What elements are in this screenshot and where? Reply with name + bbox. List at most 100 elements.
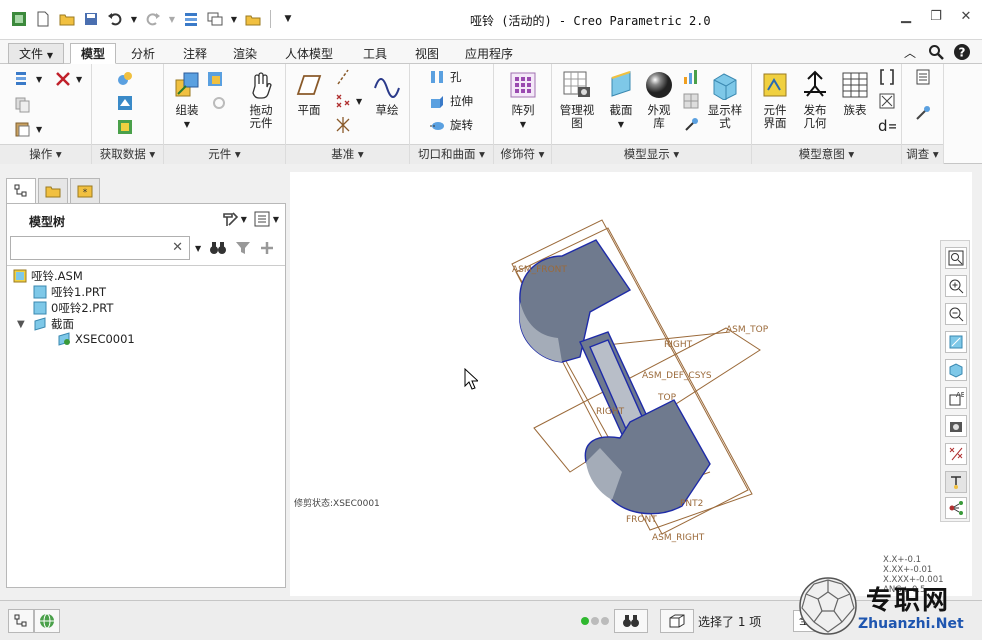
pattern-button[interactable]: 阵列 ▼	[500, 70, 546, 131]
tab-annotate[interactable]: 注释	[172, 43, 218, 64]
search-dropdown-icon[interactable]: ▼	[195, 244, 201, 253]
tab-tools[interactable]: 工具	[352, 43, 398, 64]
drag-components-button[interactable]: 拖动 元件	[238, 70, 284, 130]
selection-box-button[interactable]	[660, 609, 694, 633]
plus-icon[interactable]	[259, 240, 275, 256]
tab-applications[interactable]: 应用程序	[454, 43, 524, 64]
copy-button[interactable]	[14, 96, 32, 114]
graphics-viewport[interactable]: ASM_FRONT ASM_TOP RIGHT ASM_DEF_CSYS TOP…	[290, 172, 972, 596]
tab-file[interactable]: 文件 ▼	[8, 43, 64, 64]
customize-toolbar-icon[interactable]: ▼	[279, 10, 297, 28]
datum-axis-button[interactable]	[334, 68, 352, 86]
spin-center-button[interactable]	[945, 497, 967, 519]
repaint-button[interactable]	[945, 331, 967, 353]
tab-render[interactable]: 渲染	[222, 43, 268, 64]
datum-point-button[interactable]: ▼	[334, 92, 362, 110]
navigator-toggle-button[interactable]	[8, 609, 34, 633]
hole-button[interactable]: 孔	[428, 68, 462, 86]
new-file-icon[interactable]	[34, 10, 52, 28]
regenerate-icon[interactable]	[182, 10, 200, 28]
windows-icon[interactable]	[206, 10, 224, 28]
relations-button[interactable]: d=	[878, 116, 896, 134]
bill-of-materials-button[interactable]	[914, 68, 932, 86]
saved-orientations-toolbar-button[interactable]: AB	[945, 387, 967, 409]
clear-search-icon[interactable]: ✕	[172, 240, 183, 255]
restore-icon[interactable]: ❐	[928, 8, 944, 24]
zoom-in-button[interactable]	[945, 275, 967, 297]
tree-node-section-xsec[interactable]: XSEC0001	[57, 332, 135, 346]
open-folder-icon[interactable]	[58, 10, 76, 28]
group-label-operations[interactable]: 操作 ▾	[0, 144, 91, 164]
tree-node-assembly[interactable]: 哑铃.ASM	[13, 268, 83, 284]
close-icon[interactable]: ✕	[958, 8, 974, 24]
tree-node-part[interactable]: 哑铃1.PRT	[33, 284, 106, 300]
minimize-ribbon-icon[interactable]: ︿	[902, 44, 918, 60]
show-filters-button[interactable]: ▼	[253, 210, 279, 228]
model-tree-search-input[interactable]: ✕	[10, 236, 190, 260]
tree-node-part[interactable]: 0哑铃2.PRT	[33, 300, 113, 316]
delete-button[interactable]: ▼	[54, 70, 82, 88]
search-icon[interactable]	[928, 44, 944, 60]
folder-browser-tab[interactable]	[38, 178, 68, 204]
family-table-button[interactable]: 族表	[832, 70, 878, 117]
plane-button[interactable]: 平面	[286, 70, 332, 117]
windows-dropdown-icon[interactable]: ▼	[230, 10, 238, 28]
redo-icon[interactable]	[144, 10, 162, 28]
model-tree-tab[interactable]	[6, 178, 36, 204]
user-defined-feature-button[interactable]	[116, 70, 134, 88]
reference-viewer-button[interactable]	[914, 104, 932, 122]
group-label-component[interactable]: 元件 ▾	[164, 144, 285, 164]
undo-icon[interactable]	[106, 10, 124, 28]
group-label-model-intent[interactable]: 模型意图 ▾	[752, 144, 901, 164]
display-style-toolbar-button[interactable]	[945, 359, 967, 381]
tree-node-sections[interactable]: ▼ 截面	[17, 316, 74, 332]
saved-orientations-button[interactable]	[682, 92, 700, 110]
display-edit-button[interactable]	[682, 116, 700, 134]
switch-dimensions-button[interactable]	[878, 92, 896, 110]
expand-chevron-icon[interactable]: ▼	[17, 319, 29, 330]
zoom-out-button[interactable]	[945, 303, 967, 325]
model-graphics[interactable]: ASM_FRONT ASM_TOP RIGHT ASM_DEF_CSYS TOP…	[290, 172, 972, 596]
help-icon[interactable]: ?	[954, 44, 970, 60]
view-manager-toolbar-button[interactable]	[945, 415, 967, 437]
refit-button[interactable]	[945, 247, 967, 269]
close-window-folder-icon[interactable]	[244, 10, 262, 28]
annotation-display-button[interactable]	[945, 471, 967, 493]
group-label-modifiers[interactable]: 修饰符 ▾	[494, 144, 551, 164]
undo-dropdown-icon[interactable]: ▼	[130, 10, 138, 28]
group-label-model-display[interactable]: 模型显示 ▾	[552, 144, 751, 164]
extrude-button[interactable]: 拉伸	[428, 92, 473, 110]
revolve-button[interactable]: 旋转	[428, 116, 473, 134]
regenerate-button[interactable]: ▼	[14, 70, 42, 88]
manage-views-button[interactable]: 管理视 图	[554, 70, 600, 130]
copy-geometry-button[interactable]	[116, 94, 134, 112]
group-label-get-data[interactable]: 获取数据 ▾	[92, 144, 163, 164]
appearance-gallery-button[interactable]: 外观 库	[636, 70, 682, 130]
find-button[interactable]	[614, 609, 648, 633]
group-label-datum[interactable]: 基准 ▾	[286, 144, 409, 164]
coordinate-system-button[interactable]	[334, 116, 352, 134]
minimize-icon[interactable]: ▁	[898, 8, 914, 24]
tab-view[interactable]: 视图	[404, 43, 450, 64]
perspective-button[interactable]	[682, 68, 700, 86]
save-icon[interactable]	[82, 10, 100, 28]
tree-settings-button[interactable]: ▼	[221, 210, 247, 228]
display-style-button[interactable]: 显示样 式	[702, 70, 748, 130]
repeat-button[interactable]	[210, 94, 228, 112]
assemble-button[interactable]: 组装 ▼	[164, 70, 210, 131]
relations-brackets-button[interactable]	[878, 68, 896, 86]
redo-dropdown-icon[interactable]: ▼	[168, 10, 176, 28]
group-label-investigate[interactable]: 调查 ▾	[902, 144, 943, 164]
sketch-button[interactable]: 草绘	[364, 70, 410, 117]
favorites-tab[interactable]: *	[70, 178, 100, 204]
binoculars-icon[interactable]	[209, 240, 227, 256]
filter-funnel-icon[interactable]	[235, 240, 251, 256]
tab-model[interactable]: 模型	[70, 43, 117, 64]
tab-manikin[interactable]: 人体模型	[274, 43, 344, 64]
create-component-button[interactable]	[206, 70, 224, 88]
shrinkwrap-button[interactable]	[116, 118, 134, 136]
group-label-cut-surface[interactable]: 切口和曲面 ▾	[410, 144, 493, 164]
datum-display-filters-button[interactable]	[945, 443, 967, 465]
browser-toggle-button[interactable]	[34, 609, 60, 633]
app-logo-icon[interactable]	[10, 10, 28, 28]
